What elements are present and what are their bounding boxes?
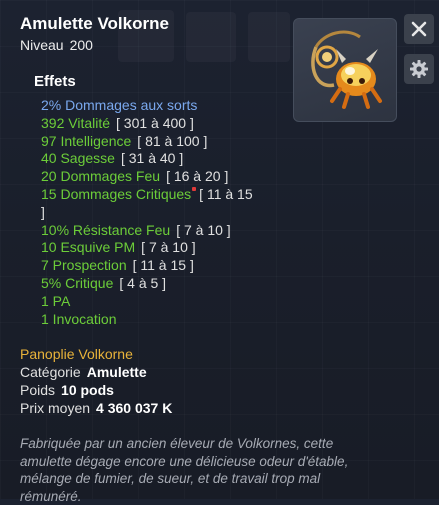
effect-row-continuation: ] bbox=[41, 204, 281, 222]
effect-range: [ 81 à 100 ] bbox=[137, 132, 208, 149]
effect-range: [ 31 à 40 ] bbox=[120, 150, 184, 167]
effect-name: 10 Esquive PM bbox=[41, 239, 136, 256]
level-value: 200 bbox=[69, 37, 93, 53]
effect-range: [ 4 à 5 ] bbox=[119, 274, 167, 291]
effect-row: 40 Sagesse [ 31 à 40 ] bbox=[41, 150, 281, 168]
effect-name: 10% Résistance Feu bbox=[41, 221, 171, 238]
over-max-marker bbox=[192, 186, 197, 191]
price-label: Prix moyen bbox=[20, 400, 91, 416]
item-description: Fabriquée par un ancien éleveur de Volko… bbox=[20, 436, 349, 504]
background-slot bbox=[248, 12, 290, 62]
effect-row: 97 Intelligence [ 81 à 100 ] bbox=[41, 133, 281, 151]
effect-name: 7 Prospection bbox=[41, 257, 127, 274]
effect-range: [ 7 à 10 ] bbox=[176, 221, 231, 238]
effect-name: 20 Dommages Feu bbox=[41, 168, 161, 185]
effect-name: 392 Vitalité bbox=[41, 114, 111, 131]
effect-row: 5% Critique [ 4 à 5 ] bbox=[41, 275, 281, 293]
effect-row: 10% Résistance Feu [ 7 à 10 ] bbox=[41, 222, 281, 240]
effect-row: 7 Prospection [ 11 à 15 ] bbox=[41, 257, 281, 275]
effects-list: 2% Dommages aux sorts 392 Vitalité [ 301 … bbox=[41, 97, 281, 328]
effect-row: 2% Dommages aux sorts bbox=[41, 97, 281, 115]
item-level: Niveau 200 bbox=[20, 37, 93, 53]
weight-row: Poids 10 pods bbox=[20, 382, 114, 398]
effect-range: [ 7 à 10 ] bbox=[141, 239, 196, 256]
effect-row: 20 Dommages Feu [ 16 à 20 ] bbox=[41, 168, 281, 186]
item-image-frame bbox=[293, 18, 397, 122]
category-value: Amulette bbox=[86, 364, 147, 380]
effect-name: 97 Intelligence bbox=[41, 132, 132, 149]
settings-button[interactable] bbox=[404, 54, 434, 84]
effect-row: 1 PA bbox=[41, 293, 281, 311]
weight-label: Poids bbox=[20, 382, 56, 398]
effect-name: 1 PA bbox=[41, 292, 71, 309]
price-row: Prix moyen 4 360 037 K bbox=[20, 400, 172, 416]
effect-name: 40 Sagesse bbox=[41, 150, 115, 167]
close-icon bbox=[411, 21, 427, 37]
effect-row: 392 Vitalité [ 301 à 400 ] bbox=[41, 115, 281, 133]
close-button[interactable] bbox=[404, 14, 434, 44]
background-slot bbox=[186, 12, 236, 62]
category-row: Catégorie Amulette bbox=[20, 364, 147, 380]
effect-range: [ 301 à 400 ] bbox=[116, 114, 194, 131]
effect-range-continuation: ] bbox=[41, 203, 45, 220]
item-title: Amulette Volkorne bbox=[20, 14, 169, 33]
effect-range: [ 11 à 15 ] bbox=[132, 257, 194, 274]
level-label: Niveau bbox=[20, 37, 64, 53]
effect-name: 1 Invocation bbox=[41, 310, 117, 327]
effect-name: 5% Critique bbox=[41, 274, 114, 291]
price-value: 4 360 037 K bbox=[96, 400, 173, 416]
effect-row: 15 Dommages Critiques [ 11 à 15 bbox=[41, 186, 281, 204]
set-link[interactable]: Panoplie Volkorne bbox=[20, 346, 133, 362]
effect-name: 15 Dommages Critiques bbox=[41, 185, 192, 202]
effect-row: 10 Esquive PM [ 7 à 10 ] bbox=[41, 239, 281, 257]
effect-row: 1 Invocation bbox=[41, 311, 281, 329]
effect-range: [ 16 à 20 ] bbox=[166, 168, 229, 185]
effects-heading: Effets bbox=[34, 73, 76, 90]
amulet-volkorne-icon bbox=[311, 30, 382, 109]
gear-icon bbox=[410, 60, 428, 78]
weight-value: 10 pods bbox=[61, 382, 114, 398]
effect-range: [ 11 à 15 bbox=[199, 185, 253, 202]
category-label: Catégorie bbox=[20, 364, 81, 380]
effect-name: 2% Dommages aux sorts bbox=[41, 97, 198, 113]
